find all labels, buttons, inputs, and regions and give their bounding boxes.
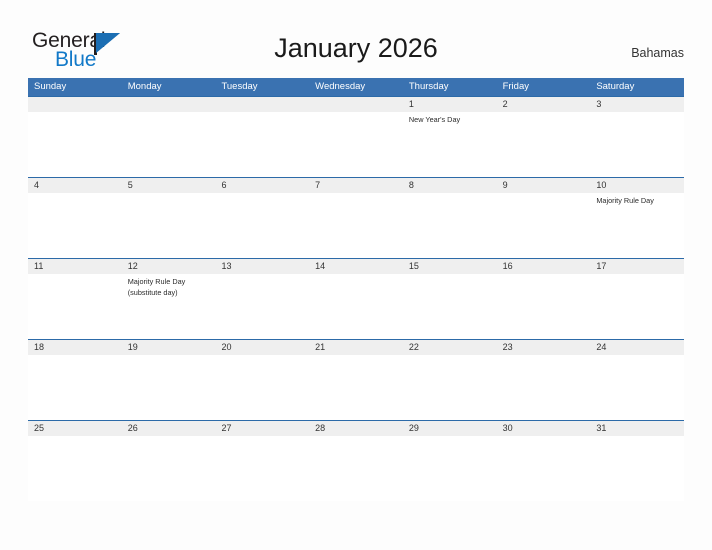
- day-number: 27: [215, 421, 310, 436]
- weekday-header-sunday: Sunday: [34, 81, 67, 92]
- calendar-day-cell-empty: [121, 97, 216, 177]
- calendar-day-cell[interactable]: 22: [402, 340, 497, 420]
- day-number: 14: [309, 259, 403, 274]
- calendar-day-cell[interactable]: 7: [309, 178, 403, 258]
- day-number: 30: [496, 421, 591, 436]
- day-number: 5: [121, 178, 216, 193]
- calendar-day-cell[interactable]: 27: [215, 421, 310, 501]
- day-number: 23: [496, 340, 591, 355]
- calendar-grid: Sunday Monday Tuesday Wednesday Thursday…: [28, 78, 685, 501]
- day-number: 20: [215, 340, 310, 355]
- calendar-day-cell-empty: [28, 97, 122, 177]
- day-number: [309, 97, 403, 112]
- country-label: Bahamas: [631, 46, 684, 60]
- day-number: [121, 97, 216, 112]
- calendar-day-cell[interactable]: 30: [496, 421, 591, 501]
- day-number: 13: [215, 259, 310, 274]
- calendar-day-cell[interactable]: 14: [309, 259, 403, 339]
- day-number: 29: [402, 421, 497, 436]
- day-number: 4: [28, 178, 122, 193]
- calendar-day-cell[interactable]: 19: [121, 340, 216, 420]
- calendar-week-row: 18 19 20 21 22 23 24: [28, 339, 685, 420]
- calendar-week-row: 11 12 Majority Rule Day (substitute day) 13 1…: [28, 258, 685, 339]
- day-number: [215, 97, 310, 112]
- weekday-header-monday: Monday: [127, 81, 162, 92]
- calendar-day-cell[interactable]: 12 Majority Rule Day (substitute day): [121, 259, 216, 339]
- day-number: 28: [309, 421, 403, 436]
- day-number: 2: [496, 97, 591, 112]
- calendar-weeks: 1 New Year's Day 2 3 4 5 6 7 8 9 10 Majority Rule D…: [28, 96, 685, 501]
- calendar-day-cell[interactable]: 9: [496, 178, 591, 258]
- calendar-page: General Blue January 2026 Bahamas Sunday…: [0, 0, 712, 550]
- calendar-day-cell[interactable]: 5: [121, 178, 216, 258]
- calendar-day-cell[interactable]: 15: [402, 259, 497, 339]
- holiday-label: Majority Rule Day: [596, 196, 654, 205]
- day-number: 15: [402, 259, 497, 274]
- weekday-header-saturday: Saturday: [596, 81, 635, 92]
- calendar-day-cell[interactable]: 16: [496, 259, 591, 339]
- holiday-label: (substitute day): [127, 287, 178, 297]
- day-events: Majority Rule Day: [590, 193, 684, 207]
- day-number: 3: [590, 97, 685, 112]
- calendar-day-cell[interactable]: 21: [309, 340, 403, 420]
- weekday-header-friday: Friday: [502, 81, 529, 92]
- holiday-label: Majority Rule Day: [127, 277, 186, 286]
- calendar-day-cell[interactable]: 11: [28, 259, 122, 339]
- holiday-label: New Year's Day: [408, 115, 461, 124]
- calendar-day-cell[interactable]: 17: [590, 259, 685, 339]
- day-number: 25: [28, 421, 122, 436]
- day-number: 21: [309, 340, 403, 355]
- day-number: 6: [215, 178, 310, 193]
- day-number: 11: [28, 259, 122, 274]
- day-number: [28, 97, 122, 112]
- calendar-day-cell[interactable]: 1 New Year's Day: [402, 97, 497, 177]
- calendar-day-cell[interactable]: 10 Majority Rule Day: [590, 178, 685, 258]
- weekday-header-wednesday: Wednesday: [315, 81, 366, 92]
- day-number: 12: [121, 259, 216, 274]
- day-events: Majority Rule Day (substitute day): [122, 274, 216, 298]
- calendar-day-cell[interactable]: 24: [590, 340, 685, 420]
- calendar-day-cell[interactable]: 6: [215, 178, 310, 258]
- calendar-day-cell[interactable]: 28: [309, 421, 403, 501]
- weekday-header-thursday: Thursday: [408, 81, 449, 92]
- calendar-day-cell[interactable]: 8: [402, 178, 497, 258]
- calendar-week-row: 25 26 27 28 29 30 31: [28, 420, 685, 501]
- page-header: General Blue January 2026 Bahamas: [0, 0, 712, 78]
- day-number: 17: [590, 259, 685, 274]
- calendar-day-cell[interactable]: 3: [590, 97, 685, 177]
- calendar-day-cell[interactable]: 20: [215, 340, 310, 420]
- calendar-day-cell[interactable]: 26: [121, 421, 216, 501]
- calendar-week-row: 4 5 6 7 8 9 10 Majority Rule Day: [28, 177, 685, 258]
- calendar-day-cell-empty: [215, 97, 310, 177]
- day-number: 7: [309, 178, 403, 193]
- day-number: 19: [121, 340, 216, 355]
- calendar-day-cell[interactable]: 29: [402, 421, 497, 501]
- day-number: 18: [28, 340, 122, 355]
- day-number: 22: [402, 340, 497, 355]
- day-number: 16: [496, 259, 591, 274]
- calendar-day-cell[interactable]: 25: [28, 421, 122, 501]
- day-number: 9: [496, 178, 591, 193]
- weekday-header-tuesday: Tuesday: [221, 81, 258, 92]
- day-number: 8: [402, 178, 497, 193]
- calendar-day-cell[interactable]: 2: [496, 97, 591, 177]
- page-title: January 2026: [274, 33, 438, 63]
- calendar-day-cell[interactable]: 23: [496, 340, 591, 420]
- calendar-day-cell-empty: [309, 97, 403, 177]
- day-number: 24: [590, 340, 685, 355]
- day-number: 26: [121, 421, 216, 436]
- weekday-header-row: Sunday Monday Tuesday Wednesday Thursday…: [28, 78, 684, 96]
- calendar-week-row: 1 New Year's Day 2 3: [28, 96, 685, 177]
- day-number: 31: [590, 421, 685, 436]
- calendar-day-cell[interactable]: 13: [215, 259, 310, 339]
- calendar-day-cell[interactable]: 4: [28, 178, 122, 258]
- calendar-day-cell[interactable]: 31: [590, 421, 685, 501]
- calendar-day-cell[interactable]: 18: [28, 340, 122, 420]
- day-number: 10: [590, 178, 685, 193]
- day-events: New Year's Day: [403, 112, 497, 126]
- day-number: 1: [402, 97, 497, 112]
